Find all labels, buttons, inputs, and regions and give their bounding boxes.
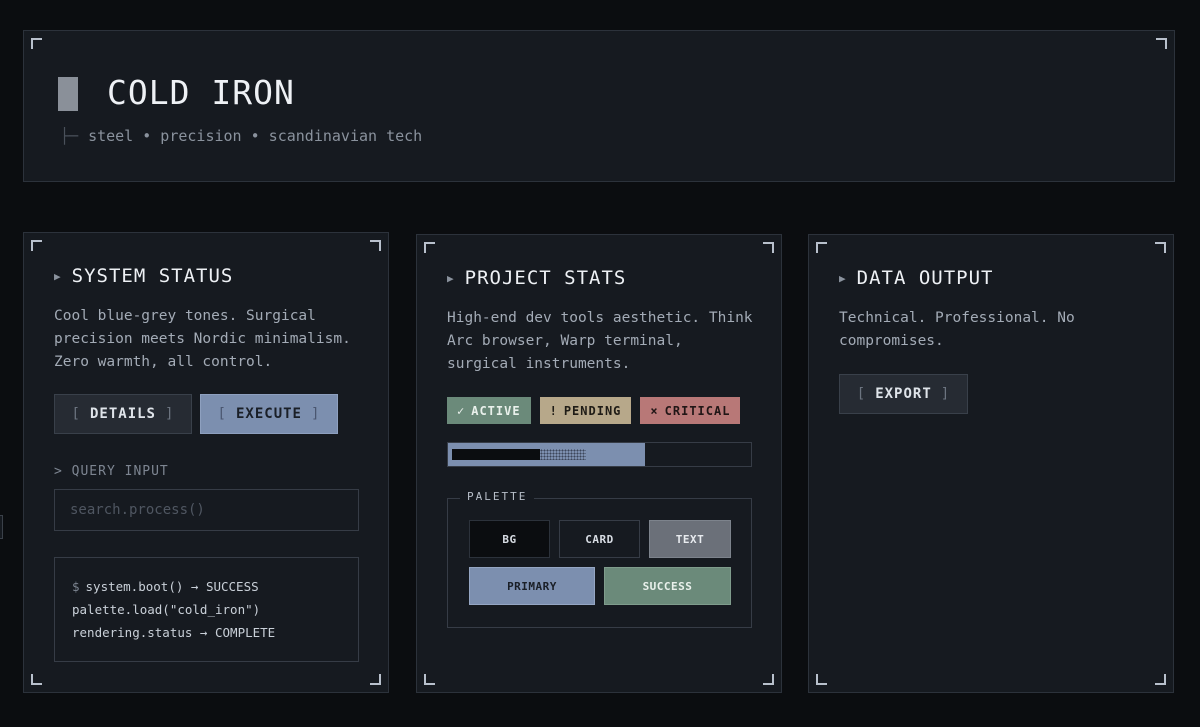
execute-button-label: EXECUTE [235, 406, 302, 422]
corner-bracket-icon [370, 674, 381, 685]
bracket-open: [ [217, 406, 227, 422]
corner-bracket-icon [1156, 38, 1167, 49]
execute-button[interactable]: [ EXECUTE] [200, 394, 338, 434]
logo-block-icon [58, 77, 78, 111]
card-description: High-end dev tools aesthetic. Think Arc … [447, 310, 753, 372]
system-status-card: ▶ SYSTEM STATUS Cool blue-grey tones. Sur… [23, 232, 389, 693]
swatch-text: TEXT [649, 520, 731, 558]
triangle-right-icon: ▶ [447, 272, 455, 285]
progress-segment-dotted [540, 449, 586, 460]
corner-bracket-icon [424, 674, 435, 685]
details-button-label: DETAILS [89, 406, 156, 422]
terminal-line-text: system.boot() → SUCCESS [85, 579, 259, 594]
corner-bracket-icon [1155, 674, 1166, 685]
bracket-open: [ [856, 386, 867, 402]
terminal-line: palette.load("cold_iron") [72, 602, 261, 617]
project-stats-card: ▶ PROJECT STATS High-end dev tools aesthe… [416, 234, 782, 693]
page-title: COLD IRON [107, 73, 295, 112]
active-badge: ✓ ACTIVE [447, 397, 531, 424]
corner-bracket-icon [763, 674, 774, 685]
search-input[interactable] [54, 489, 359, 531]
status-badges: ✓ ACTIVE ! PENDING × CRITICAL [447, 397, 741, 424]
palette-label: PALETTE [460, 490, 535, 503]
card-description: Technical. Professional. No compromises. [839, 310, 1075, 349]
swatch-success: SUCCESS [604, 567, 731, 605]
corner-bracket-icon [370, 240, 381, 251]
page-subtitle: ├─ steel • precision • scandinavian tech [60, 127, 422, 145]
details-button[interactable]: [ DETAILS] [54, 394, 192, 434]
data-output-card: ▶ DATA OUTPUT Technical. Professional. No… [808, 234, 1174, 693]
tree-branch-icon: ├─ [60, 127, 79, 145]
swatch-primary: PRIMARY [469, 567, 595, 605]
critical-badge: × CRITICAL [640, 397, 741, 424]
corner-bracket-icon [1155, 242, 1166, 253]
corner-bracket-icon [816, 674, 827, 685]
export-button-label: EXPORT [875, 386, 932, 402]
cross-icon: × [650, 403, 659, 418]
progress-segment-solid [452, 449, 540, 460]
corner-bracket-icon [31, 38, 42, 49]
exclamation-icon: ! [549, 403, 558, 418]
card-title: ▶ PROJECT STATS [447, 267, 626, 289]
export-button[interactable]: [ EXPORT] [839, 374, 968, 414]
check-icon: ✓ [457, 403, 466, 418]
corner-bracket-icon [424, 242, 435, 253]
critical-badge-label: CRITICAL [664, 403, 731, 418]
corner-bracket-icon [31, 240, 42, 251]
card-description: Cool blue-grey tones. Surgical precision… [54, 308, 351, 370]
card-title: ▶ SYSTEM STATUS [54, 265, 233, 287]
corner-bracket-icon [816, 242, 827, 253]
bracket-close: ] [311, 406, 321, 422]
bracket-close: ] [165, 406, 175, 422]
swatch-bg: BG [469, 520, 550, 558]
active-badge-label: ACTIVE [471, 403, 521, 418]
terminal-line: $ system.boot() → SUCCESS [72, 575, 341, 598]
query-input-label: > QUERY INPUT [54, 464, 169, 479]
card-title-text: PROJECT STATS [464, 267, 627, 289]
progress-bar [447, 442, 752, 467]
corner-bracket-icon [31, 674, 42, 685]
bracket-open: [ [71, 406, 81, 422]
triangle-right-icon: ▶ [54, 270, 62, 283]
card-title-text: DATA OUTPUT [856, 267, 994, 289]
bracket-close: ] [940, 386, 951, 402]
corner-bracket-icon [763, 242, 774, 253]
pending-badge: ! PENDING [539, 397, 632, 424]
palette-panel: PALETTE BG CARD TEXT PRIMARY SUCCESS [447, 490, 752, 628]
header-panel: COLD IRON ├─ steel • precision • scandina… [23, 30, 1175, 182]
subtitle-text: steel • precision • scandinavian tech [88, 127, 423, 145]
card-title: ▶ DATA OUTPUT [839, 267, 993, 289]
terminal-line: rendering.status → COMPLETE [72, 625, 276, 640]
terminal-output: $ system.boot() → SUCCESS palette.load("c… [54, 557, 359, 662]
side-edge-tab [0, 515, 3, 539]
swatch-card: CARD [559, 520, 640, 558]
pending-badge-label: PENDING [563, 403, 622, 418]
terminal-prompt: $ [72, 579, 80, 594]
card-title-text: SYSTEM STATUS [71, 265, 234, 287]
triangle-right-icon: ▶ [839, 272, 847, 285]
